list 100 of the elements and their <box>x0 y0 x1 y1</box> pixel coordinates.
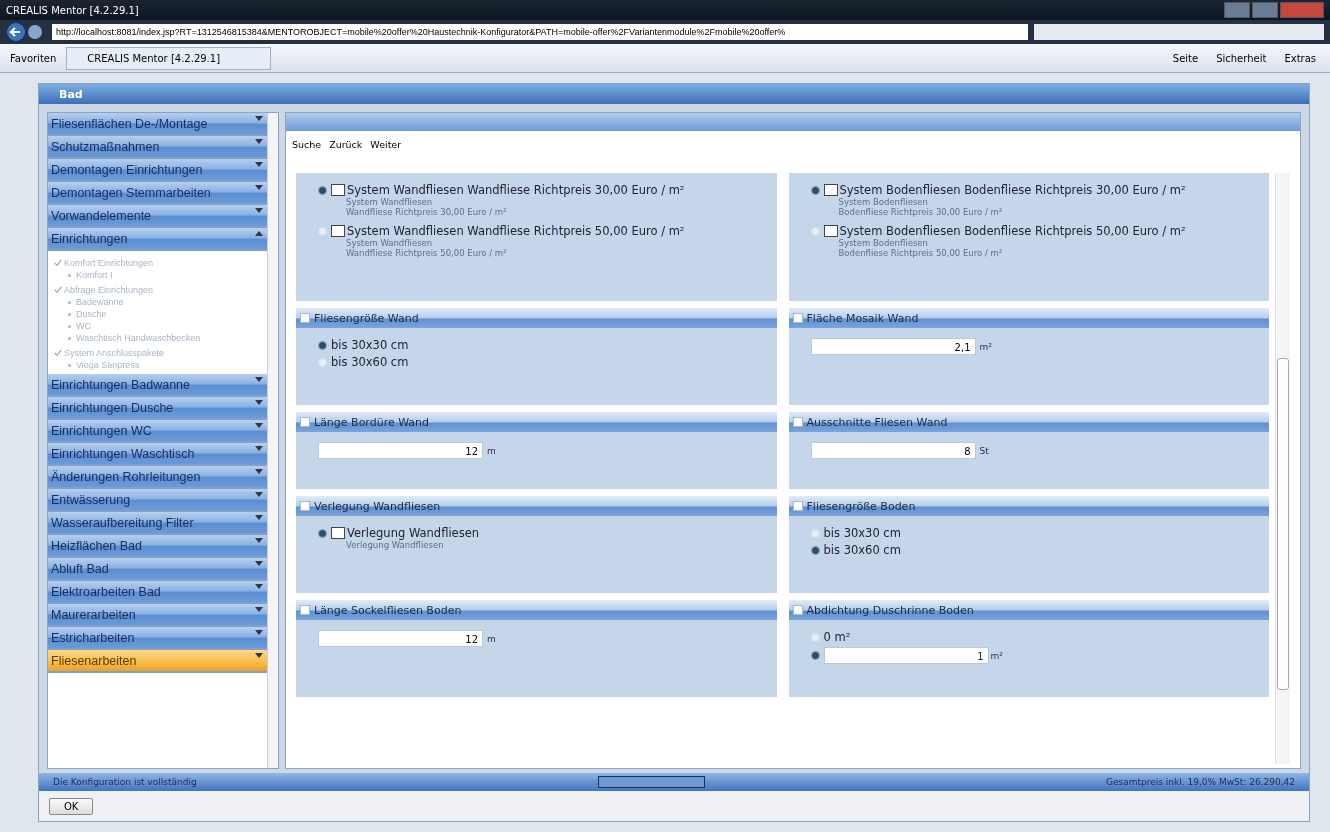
chevron-down-icon <box>255 515 263 520</box>
collapse-icon[interactable] <box>300 313 310 323</box>
checkbox-icon <box>823 225 838 237</box>
tree-item[interactable]: Komfort I <box>76 270 113 280</box>
radio-button[interactable] <box>318 528 327 538</box>
collapse-icon[interactable] <box>792 605 803 615</box>
option-detail: Wandfliese Richtpreis 30,00 Euro / m² <box>345 207 508 217</box>
chevron-down-icon <box>255 208 263 213</box>
window-title: CREALIS Mentor [4.2.29.1] <box>6 4 140 16</box>
collapse-icon[interactable] <box>300 417 310 427</box>
address-field[interactable]: http://localhost:8081/index.jsp?RT=1312546815384&MENTOROBJECT=mobile%20offer%20Haustechnik-Konfigurator&PATH=mobile-offer%2FVariantenmodule%2Fmobile%20offer% <box>52 24 1028 40</box>
option-detail: Verlegung Wandfliesen <box>345 540 445 550</box>
accordion-header[interactable]: Elektroarbeiten Bad <box>48 581 267 604</box>
option-label: 0 m² <box>823 630 851 644</box>
tree-item[interactable]: Viega Sanpress <box>76 360 140 370</box>
collapse-icon[interactable] <box>792 417 803 427</box>
option-detail: System Wandfliesen <box>345 197 434 207</box>
unit-label: m <box>487 445 496 456</box>
ok-button[interactable]: OK <box>49 797 94 815</box>
number-field[interactable]: 12 <box>318 442 483 459</box>
accordion-header[interactable]: Einrichtungen Badwanne <box>48 374 267 397</box>
check-icon <box>54 286 62 294</box>
accordion-header[interactable]: Schutzmaßnahmen <box>48 136 267 159</box>
chevron-down-icon <box>255 423 263 428</box>
panel-title: Länge Sockelfliesen Boden <box>314 603 462 617</box>
accordion-header[interactable]: Wasseraufbereitung Filter <box>48 512 267 535</box>
accordion-header[interactable]: Einrichtungen Dusche <box>48 397 267 420</box>
scrollbar[interactable] <box>267 113 278 768</box>
unit-label: m <box>487 633 496 644</box>
accordion-header[interactable]: Vorwandelemente <box>48 205 267 228</box>
chevron-down-icon <box>255 139 263 144</box>
option-label: bis 30x60 cm <box>331 355 409 369</box>
number-field[interactable]: 1 <box>823 647 989 664</box>
chevron-down-icon <box>255 377 263 382</box>
favorites-button[interactable]: Favoriten <box>10 52 57 64</box>
tree-item[interactable]: Dusche <box>76 309 107 319</box>
radio-button[interactable] <box>810 545 820 555</box>
tree-item[interactable]: Komfort Einrichtungen <box>64 258 154 268</box>
panel-title: Ausschnitte Fliesen Wand <box>806 415 948 429</box>
option-label: System Wandfliesen Wandfliese Richtpreis 30,00 Euro / m² <box>347 183 685 197</box>
accordion-header[interactable]: Maurerarbeiten <box>48 604 267 627</box>
bullet-icon <box>68 324 71 328</box>
toolbar-link[interactable]: Weiter <box>370 139 402 165</box>
chevron-down-icon <box>255 162 263 167</box>
collapse-icon[interactable] <box>300 605 310 615</box>
tree-item[interactable]: Waschtisch Handwaschbecken <box>76 333 201 343</box>
breadcrumb[interactable]: Bad <box>59 87 83 101</box>
option-detail: Bodenfliese Richtpreis 50,00 Euro / m² <box>837 248 1004 258</box>
panel-title: Abdichtung Duschrinne Boden <box>806 603 974 617</box>
bullet-icon <box>68 336 71 340</box>
radio-button[interactable] <box>810 651 820 660</box>
scrollbar[interactable] <box>1275 173 1290 764</box>
radio-button[interactable] <box>810 185 820 195</box>
chevron-down-icon <box>255 446 263 451</box>
accordion-header[interactable]: Einrichtungen Waschtisch <box>48 443 267 466</box>
bullet-icon <box>68 363 71 367</box>
accordion-header[interactable]: Einrichtungen WC <box>48 420 267 443</box>
tree-item[interactable]: Abfrage Einrichtungen <box>64 285 154 295</box>
radio-button[interactable] <box>318 340 327 350</box>
accordion-header[interactable]: Heizflächen Bad <box>48 535 267 558</box>
minimize-button[interactable] <box>1224 2 1250 18</box>
accordion-header[interactable]: Abluft Bad <box>48 558 267 581</box>
close-button[interactable] <box>1280 2 1324 18</box>
toolbar-menu[interactable]: Sicherheit <box>1212 52 1271 64</box>
accordion-header[interactable]: Demontagen Stemmarbeiten <box>48 182 267 205</box>
toolbar-link[interactable]: Suche <box>292 139 322 165</box>
toolbar-link[interactable]: Zurück <box>329 139 363 165</box>
number-field[interactable]: 2,1 <box>810 338 976 355</box>
number-field[interactable]: 12 <box>318 630 483 647</box>
chevron-down-icon <box>255 185 263 190</box>
collapse-icon[interactable] <box>792 313 803 323</box>
accordion-header[interactable]: Estricharbeiten <box>48 627 267 650</box>
bullet-icon <box>68 273 71 277</box>
option-label: Verlegung Wandfliesen <box>347 526 480 540</box>
accordion-header[interactable]: Einrichtungen <box>48 228 267 251</box>
tree-item[interactable]: System Anschlusspakete <box>64 348 165 358</box>
toolbar-menu[interactable]: Extras <box>1280 52 1320 64</box>
accordion-header[interactable]: Demontagen Einrichtungen <box>48 159 267 182</box>
tree-item[interactable]: Badewanne <box>76 297 124 307</box>
accordion-header[interactable]: Fliesenflächen De-/Montage <box>48 113 267 136</box>
browser-tab[interactable]: CREALIS Mentor [4.2.29.1] <box>66 46 272 70</box>
maximize-button[interactable] <box>1252 2 1278 18</box>
collapse-icon[interactable] <box>300 501 310 511</box>
bullet-icon <box>68 300 71 304</box>
toolbar-menu[interactable]: Seite <box>1168 52 1203 64</box>
accordion-header[interactable]: Fliesenarbeiten <box>48 650 267 673</box>
chevron-down-icon <box>255 492 263 497</box>
tree-item[interactable]: WC <box>76 321 91 331</box>
panel-title: Fliesengröße Wand <box>314 311 419 325</box>
number-field[interactable]: 8 <box>810 442 976 459</box>
radio-button[interactable] <box>318 185 327 195</box>
accordion-header[interactable]: Änderungen Rohrleitungen <box>48 466 267 489</box>
search-field[interactable] <box>1034 24 1324 40</box>
option-detail: System Wandfliesen <box>345 238 434 248</box>
collapse-icon[interactable] <box>792 501 803 511</box>
chevron-down-icon <box>255 538 263 543</box>
chevron-down-icon <box>255 400 263 405</box>
checkbox-icon <box>331 184 345 196</box>
chevron-down-icon <box>255 630 263 635</box>
accordion-header[interactable]: Entwässerung <box>48 489 267 512</box>
